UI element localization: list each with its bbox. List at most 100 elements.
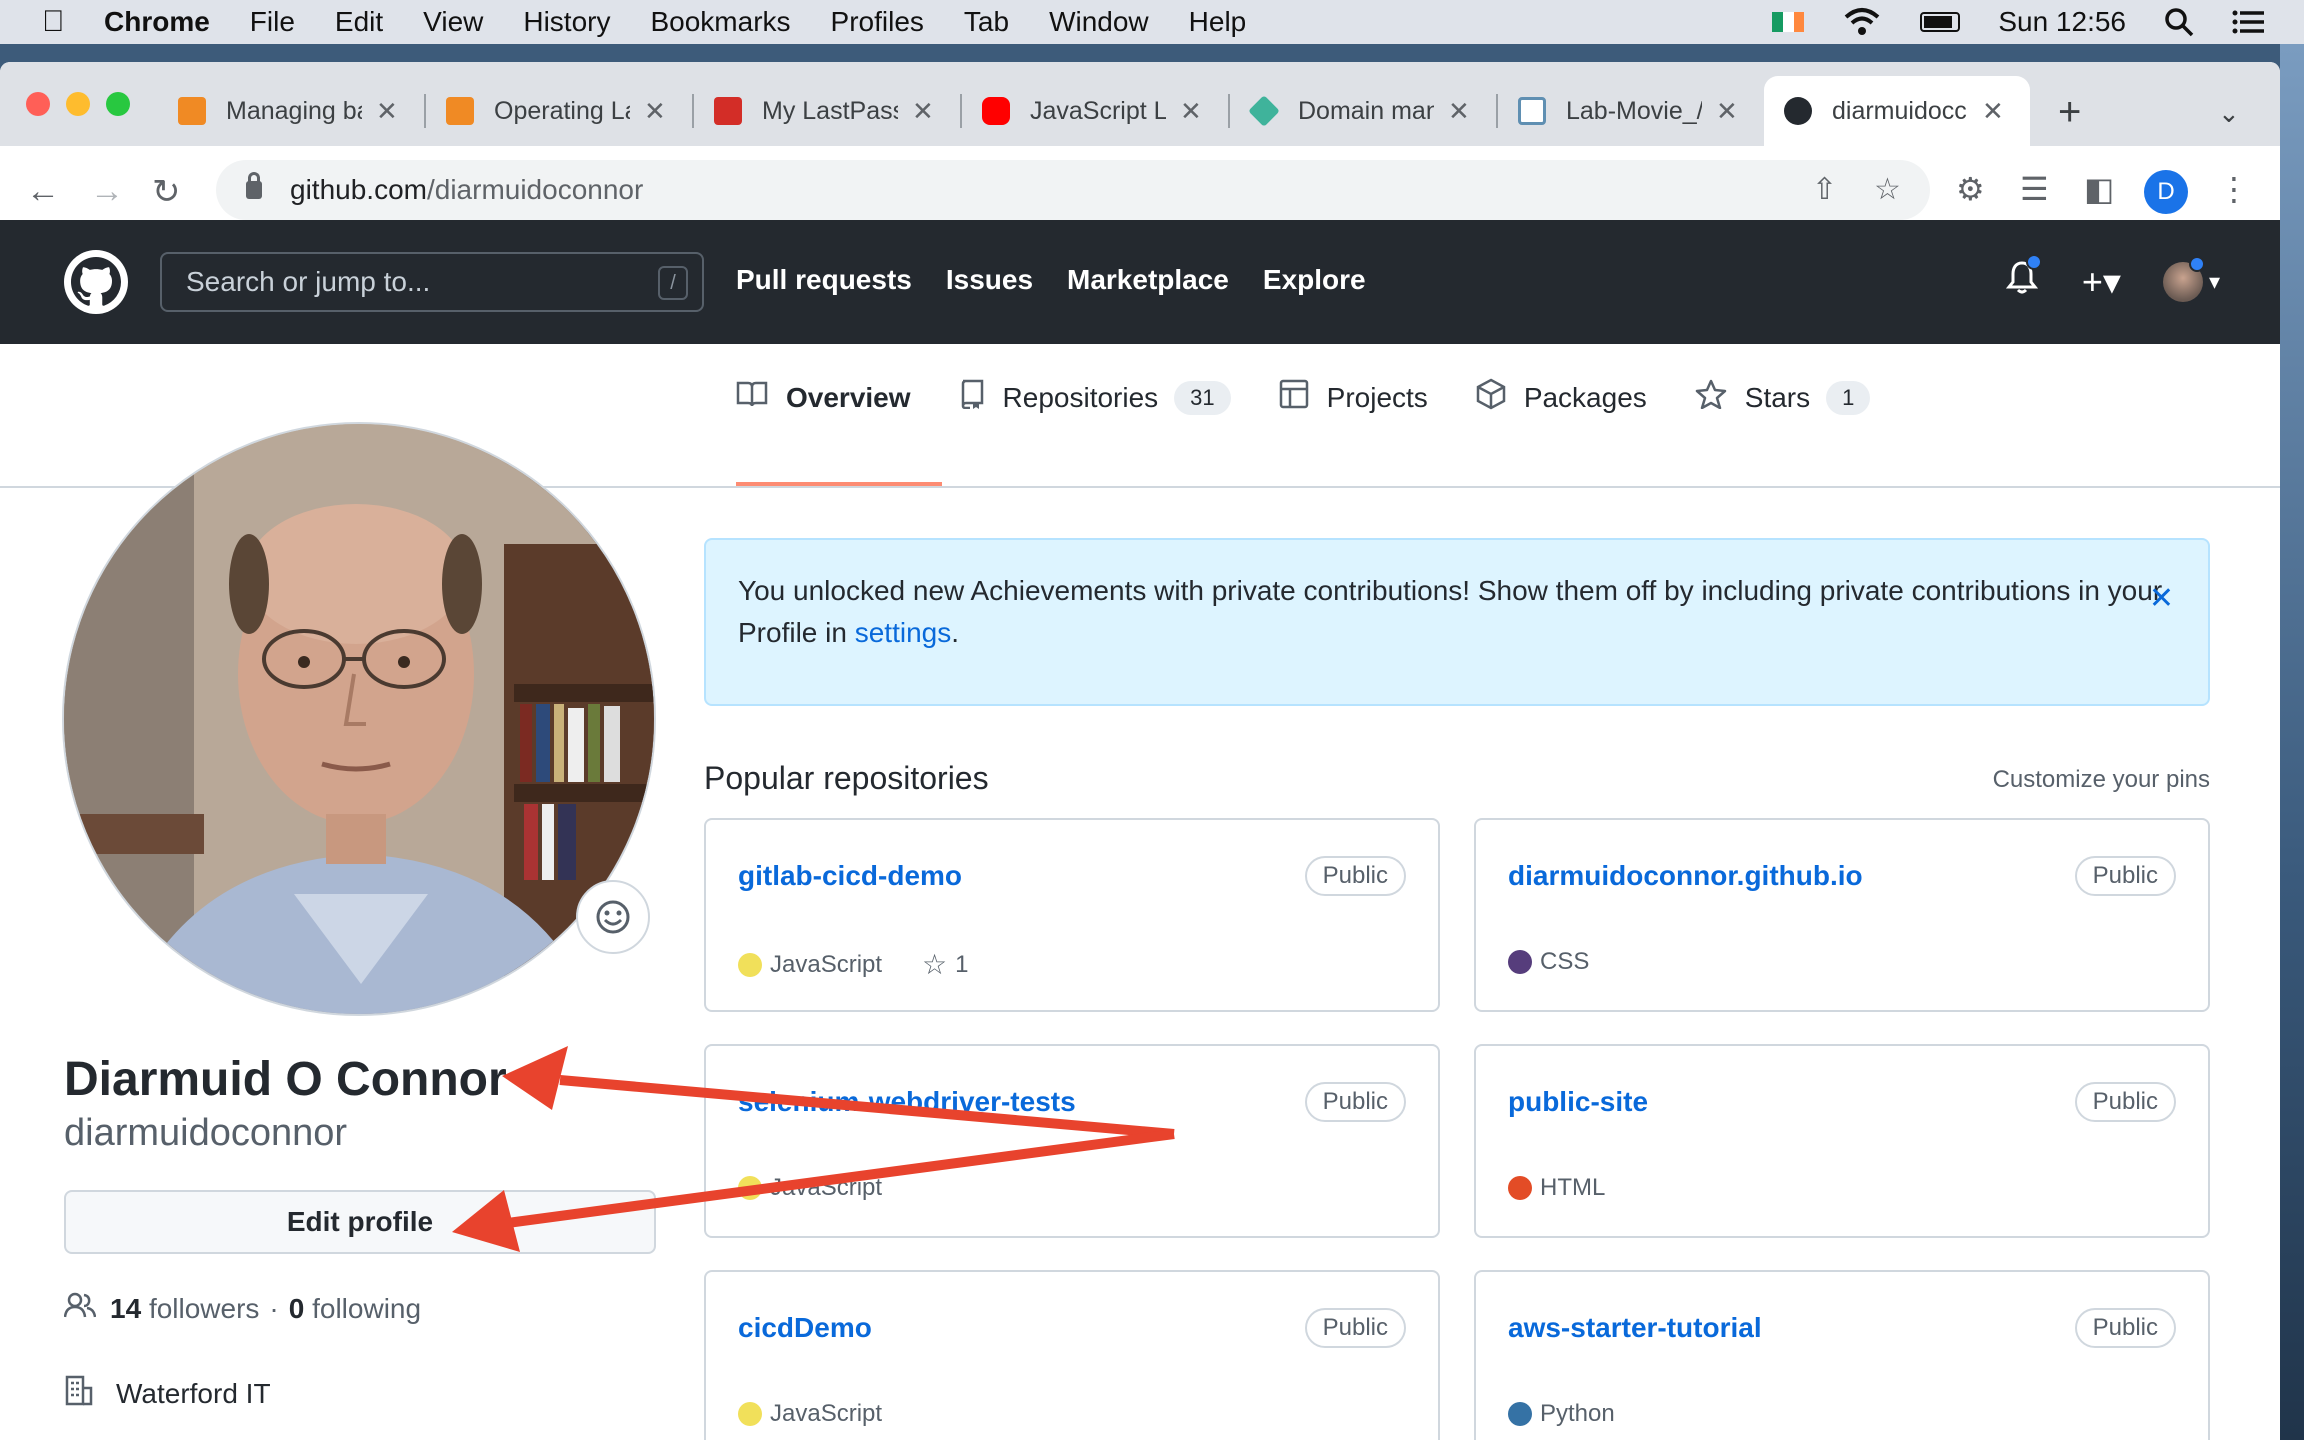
visibility-badge: Public bbox=[2074, 1082, 2176, 1122]
back-button[interactable]: ← bbox=[26, 172, 60, 211]
nav-explore[interactable]: Explore bbox=[1263, 264, 1366, 296]
menu-app-name[interactable]: Chrome bbox=[104, 6, 210, 38]
following-label: following bbox=[312, 1292, 422, 1324]
repo-name-link[interactable]: aws-starter-tutorial bbox=[1508, 1312, 1762, 1344]
url-host: github.com bbox=[290, 174, 427, 205]
wifi-icon[interactable] bbox=[1842, 7, 1882, 37]
tab-title: Operating La bbox=[494, 96, 630, 125]
nav-pull-requests[interactable]: Pull requests bbox=[736, 264, 912, 296]
desktop-background bbox=[2280, 44, 2304, 1440]
nav-issues[interactable]: Issues bbox=[946, 264, 1033, 296]
github-logo-icon[interactable] bbox=[64, 250, 128, 314]
bookmark-star-icon[interactable]: ☆ bbox=[1874, 172, 1901, 207]
macos-menubar:  Chrome File Edit View History Bookmark… bbox=[0, 0, 2304, 44]
tab-close-icon[interactable]: ✕ bbox=[1716, 96, 1738, 127]
side-panel-icon[interactable]: ◧ bbox=[2084, 170, 2114, 208]
star-icon bbox=[1695, 379, 1727, 416]
tab-repositories[interactable]: Repositories 31 bbox=[959, 379, 1231, 416]
settings-link[interactable]: settings bbox=[855, 617, 952, 648]
repo-name-link[interactable]: selenium-webdriver-tests bbox=[738, 1086, 1076, 1118]
control-center-icon[interactable] bbox=[2232, 7, 2266, 37]
tab-close-icon[interactable]: ✕ bbox=[1448, 96, 1470, 127]
browser-tab[interactable]: Domain man ✕ bbox=[1230, 76, 1470, 146]
menu-file[interactable]: File bbox=[250, 6, 295, 38]
repo-language: HTML bbox=[1540, 1174, 1606, 1201]
tab-stars[interactable]: Stars 1 bbox=[1695, 379, 1871, 416]
profile-avatar[interactable] bbox=[62, 422, 656, 1016]
repo-stars-link[interactable]: ☆ 1 bbox=[922, 948, 968, 981]
tab-label: Repositories bbox=[1002, 381, 1159, 413]
share-icon[interactable]: ⇧ bbox=[1812, 172, 1837, 207]
new-tab-button[interactable]: + bbox=[2058, 90, 2081, 135]
close-window-button[interactable] bbox=[26, 92, 50, 116]
input-source-flag-icon[interactable] bbox=[1772, 12, 1805, 32]
tab-projects[interactable]: Projects bbox=[1279, 379, 1428, 416]
tab-search-chevron-icon[interactable]: ⌄ bbox=[2218, 98, 2240, 129]
tab-close-icon[interactable]: ✕ bbox=[1180, 96, 1202, 127]
browser-tab[interactable]: Managing ba ✕ bbox=[158, 76, 398, 146]
menu-tab[interactable]: Tab bbox=[964, 6, 1009, 38]
apple-menu-icon[interactable]:  bbox=[42, 5, 70, 39]
github-favicon-icon bbox=[1784, 97, 1812, 125]
forward-button[interactable]: → bbox=[90, 172, 124, 211]
menu-edit[interactable]: Edit bbox=[335, 6, 383, 38]
notifications-bell-icon[interactable] bbox=[2005, 254, 2042, 303]
tab-close-icon[interactable]: ✕ bbox=[376, 96, 398, 127]
language-color-dot bbox=[738, 1176, 762, 1200]
tab-close-icon[interactable]: ✕ bbox=[644, 96, 666, 127]
stars-count-badge: 1 bbox=[1826, 380, 1871, 415]
user-menu-avatar[interactable]: ▾ bbox=[2162, 255, 2220, 302]
menu-view[interactable]: View bbox=[423, 6, 483, 38]
chrome-menu-icon[interactable]: ⋮ bbox=[2218, 170, 2250, 208]
tab-packages[interactable]: Packages bbox=[1476, 378, 1647, 417]
followers-count: 14 bbox=[110, 1292, 142, 1324]
browser-tab[interactable]: JavaScript L ✕ bbox=[962, 76, 1202, 146]
zoom-window-button[interactable] bbox=[106, 92, 130, 116]
repo-card: gitlab-cicd-demo Public JavaScript ☆ 1 bbox=[704, 818, 1440, 1012]
media-queue-icon[interactable]: ☰ bbox=[2020, 170, 2049, 208]
browser-tab[interactable]: Operating La ✕ bbox=[426, 76, 666, 146]
lock-icon[interactable] bbox=[246, 172, 262, 199]
tab-close-icon[interactable]: ✕ bbox=[1982, 96, 2004, 127]
menu-window[interactable]: Window bbox=[1049, 6, 1149, 38]
reload-button[interactable]: ↻ bbox=[152, 172, 181, 212]
tab-overview[interactable]: Overview bbox=[736, 380, 911, 415]
customize-pins-link[interactable]: Customize your pins bbox=[1993, 766, 2210, 794]
followers-link[interactable]: 14 followers bbox=[110, 1293, 259, 1325]
minimize-window-button[interactable] bbox=[66, 92, 90, 116]
banner-end: . bbox=[951, 617, 959, 648]
repo-name-link[interactable]: public-site bbox=[1508, 1086, 1648, 1118]
menu-history[interactable]: History bbox=[523, 6, 610, 38]
diamond-favicon-icon bbox=[1248, 95, 1280, 127]
spotlight-search-icon[interactable] bbox=[2164, 7, 2194, 37]
battery-icon[interactable] bbox=[1920, 12, 1961, 32]
address-bar[interactable]: github.com/diarmuidoconnor ⇧ ☆ bbox=[216, 160, 1930, 220]
browser-tab[interactable]: Lab-Movie_/ ✕ bbox=[1498, 76, 1738, 146]
menu-help[interactable]: Help bbox=[1189, 6, 1247, 38]
repo-language: JavaScript bbox=[770, 1174, 883, 1201]
create-new-plus-icon[interactable]: +▾ bbox=[2082, 261, 2121, 303]
github-search-input[interactable]: Search or jump to... / bbox=[160, 252, 704, 312]
dismiss-banner-close-icon[interactable]: ✕ bbox=[2149, 578, 2174, 620]
repo-name-link[interactable]: cicdDemo bbox=[738, 1312, 872, 1344]
tab-label: Projects bbox=[1326, 381, 1428, 413]
nav-marketplace[interactable]: Marketplace bbox=[1067, 264, 1229, 296]
repo-name-link[interactable]: diarmuidoconnor.github.io bbox=[1508, 860, 1863, 892]
language-color-dot bbox=[738, 952, 762, 977]
extensions-puzzle-icon[interactable]: ⚙ bbox=[1956, 170, 1985, 208]
browser-tab-active[interactable]: diarmuidocc ✕ bbox=[1764, 76, 2030, 146]
following-link[interactable]: 0 following bbox=[289, 1293, 421, 1325]
menubar-clock[interactable]: Sun 12:56 bbox=[1998, 6, 2126, 38]
repo-name-link[interactable]: gitlab-cicd-demo bbox=[738, 860, 962, 892]
tab-close-icon[interactable]: ✕ bbox=[912, 96, 934, 127]
menu-bookmarks[interactable]: Bookmarks bbox=[650, 6, 790, 38]
profile-tabs: Overview Repositories 31 Projects Packag… bbox=[736, 378, 1918, 417]
language-color-dot bbox=[738, 1402, 762, 1426]
browser-profile-avatar[interactable]: D bbox=[2144, 170, 2188, 214]
visibility-badge: Public bbox=[1304, 856, 1406, 896]
browser-tab[interactable]: My LastPass ✕ bbox=[694, 76, 934, 146]
edit-profile-button[interactable]: Edit profile bbox=[64, 1190, 656, 1254]
profile-organization: Waterford IT bbox=[64, 1374, 271, 1413]
set-status-smiley-icon[interactable] bbox=[576, 880, 650, 954]
menu-profiles[interactable]: Profiles bbox=[831, 6, 924, 38]
